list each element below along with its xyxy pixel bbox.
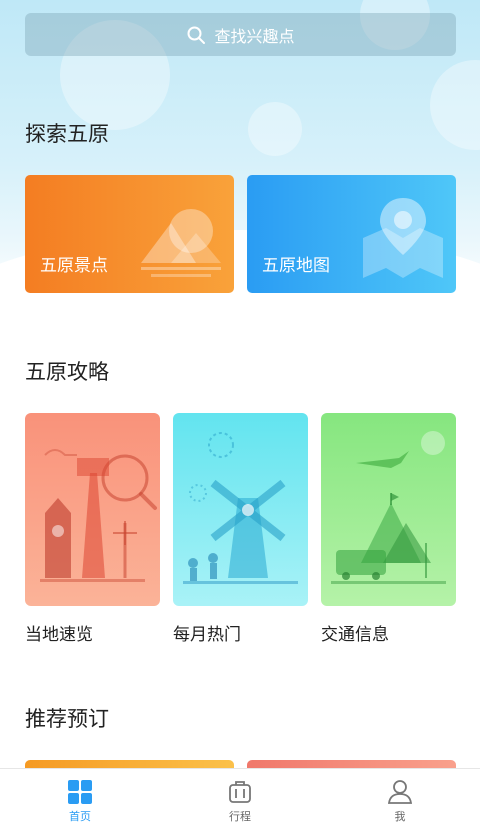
card-monthly-hot[interactable] xyxy=(173,413,308,606)
bottom-tab-bar: 首页 行程 我 xyxy=(0,768,480,830)
card-label-local-overview: 当地速览 xyxy=(25,625,93,645)
tab-label: 行程 xyxy=(229,810,251,823)
card-label-monthly-hot: 每月热门 xyxy=(173,625,241,645)
card-map[interactable]: 五原地图 xyxy=(247,175,456,293)
search-placeholder: 查找兴趣点 xyxy=(214,26,295,46)
tab-itinerary[interactable]: 行程 xyxy=(160,769,320,830)
mountain-sun-icon xyxy=(141,209,221,277)
card-label: 五原地图 xyxy=(262,256,330,276)
windmill-icon xyxy=(183,432,298,584)
section-title-explore: 探索五原 xyxy=(25,122,109,146)
tab-home[interactable]: 首页 xyxy=(0,769,160,830)
section-title-reserve: 推荐预订 xyxy=(25,707,109,731)
card-label-transport-info: 交通信息 xyxy=(321,625,389,645)
map-pin-icon xyxy=(363,198,443,278)
landmarks-icon xyxy=(40,449,157,582)
card-transport-info[interactable] xyxy=(321,413,456,606)
tab-label: 我 xyxy=(394,810,406,823)
card-scenic-spots[interactable]: 五原景点 xyxy=(25,175,234,293)
search-icon xyxy=(187,26,206,44)
luggage-icon xyxy=(229,781,251,803)
tab-me[interactable]: 我 xyxy=(320,769,480,830)
home-grid-icon xyxy=(68,780,92,804)
tab-label: 首页 xyxy=(69,810,91,823)
search-bar[interactable]: 查找兴趣点 xyxy=(25,13,456,56)
card-label: 五原景点 xyxy=(40,256,108,276)
card-local-overview[interactable] xyxy=(25,413,160,606)
transport-icon xyxy=(331,431,446,584)
person-icon xyxy=(387,780,413,804)
section-title-guide: 五原攻略 xyxy=(25,360,109,384)
